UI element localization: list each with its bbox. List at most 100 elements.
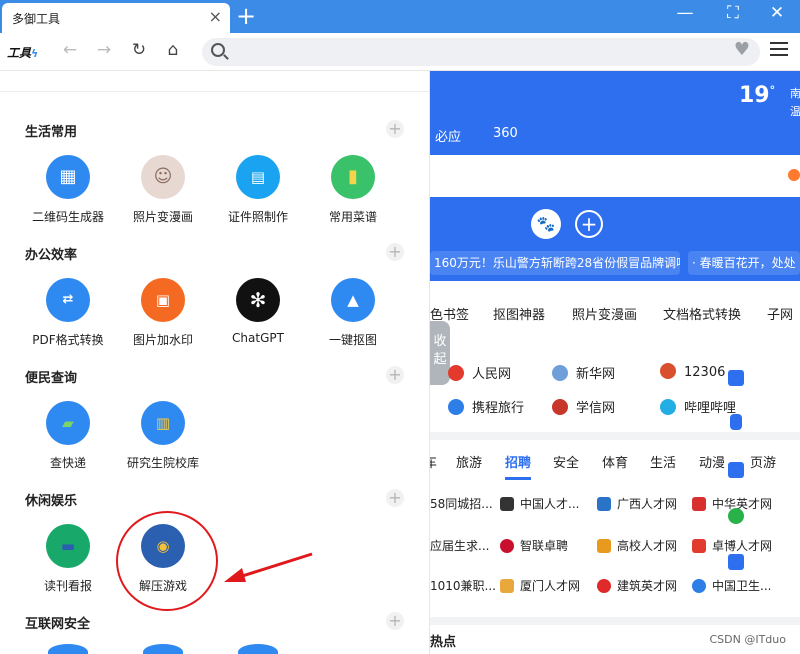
notification-dot-icon — [788, 169, 800, 181]
forward-button[interactable]: → — [93, 40, 115, 60]
category-tab[interactable]: 动漫 — [699, 452, 725, 471]
quick-link[interactable]: 抠图神器 — [493, 304, 545, 323]
job-site-link[interactable]: 1010兼职... — [430, 577, 496, 594]
tool-label: 查快递 — [49, 456, 86, 470]
tool-express-tracking[interactable]: ▰ 查快递 — [20, 401, 116, 471]
tool-label: 证件照制作 — [227, 210, 288, 224]
panel-divider — [0, 91, 429, 92]
collapse-tab[interactable]: 收起 — [430, 321, 450, 385]
tab-strip: 多御工具 × + — ⛶ ✕ — [0, 0, 800, 33]
tool-id-photo[interactable]: ▤ 证件照制作 — [210, 155, 306, 225]
job-site-link[interactable]: 58同城招... — [430, 495, 493, 512]
wechat-rail-icon[interactable] — [728, 508, 744, 524]
tool-label: 读刊看报 — [43, 579, 92, 593]
image-watermark-icon: ▣ — [141, 278, 185, 322]
job-site-link[interactable]: 厦门人才网 — [500, 577, 580, 594]
tool-recipes[interactable]: ▮ 常用菜谱 — [305, 155, 401, 225]
job-site-link[interactable]: 中国卫生... — [692, 577, 771, 594]
close-window-button[interactable]: ✕ — [762, 3, 792, 23]
hamburger-menu-icon[interactable] — [770, 42, 788, 60]
weather-text: 南温 — [790, 87, 800, 118]
news-ticker-1[interactable]: 160万元！乐山警方斩断跨28省份假冒品牌调味 — [430, 251, 680, 275]
tool-cutout[interactable]: ▲ 一键抠图 — [305, 278, 401, 348]
delivery-truck-icon: ▰ — [46, 401, 90, 445]
site-link[interactable]: 12306 — [660, 363, 725, 380]
tool-label: 一键抠图 — [328, 333, 377, 347]
job-site-link[interactable]: 广西人才网 — [597, 495, 677, 512]
mobile-rail-icon[interactable] — [730, 414, 742, 430]
quick-link[interactable]: 子网 — [767, 304, 793, 323]
category-tab[interactable]: 体育 — [602, 452, 628, 471]
tool-chatgpt[interactable]: ✻ ChatGPT — [210, 278, 306, 345]
watermark: CSDN @ITduo — [709, 633, 786, 646]
section-title: 办公效率 — [25, 248, 78, 263]
grid-rail-icon[interactable] — [728, 462, 744, 478]
tool-pdf-convert[interactable]: ⇄ PDF格式转换 — [20, 278, 116, 348]
job-site-link[interactable]: 智联卓聘 — [500, 537, 568, 554]
baidu-paw-icon[interactable]: 🐾 — [531, 209, 561, 239]
tool-label: ChatGPT — [232, 331, 284, 345]
favorite-heart-icon[interactable]: ♥ — [734, 39, 750, 60]
temperature: 19° — [739, 83, 776, 108]
tool-photo-to-comic[interactable]: ☺ 照片变漫画 — [115, 155, 211, 225]
category-tab[interactable]: 车 — [430, 452, 437, 471]
add-section-button[interactable]: + — [386, 243, 404, 261]
add-section-button[interactable]: + — [386, 120, 404, 138]
quick-link[interactable]: 照片变漫画 — [572, 304, 637, 323]
to-top-rail-icon[interactable] — [728, 554, 744, 570]
engine-360[interactable]: 360 — [493, 126, 518, 141]
job-site-link[interactable]: 应届生求... — [430, 537, 489, 554]
site-link[interactable]: 哔哩哔哩 — [660, 397, 736, 416]
tools-logo-text: 工具 — [7, 46, 32, 60]
address-bar[interactable]: ♥ — [202, 38, 760, 66]
site-link[interactable]: 学信网 — [552, 397, 615, 416]
tool-magazines[interactable]: ▬ 读刊看报 — [20, 524, 116, 594]
partial-tool-icon[interactable] — [143, 644, 183, 654]
new-tab-button[interactable]: + — [236, 2, 256, 30]
tool-label: 图片加水印 — [132, 333, 193, 347]
browser-tab[interactable]: 多御工具 × — [2, 3, 230, 33]
tool-graduate-schools[interactable]: ▥ 研究生院校库 — [115, 401, 211, 471]
partial-tool-icon[interactable] — [238, 644, 278, 654]
id-card-icon: ▤ — [236, 155, 280, 199]
tool-qr-generator[interactable]: ▦ 二维码生成器 — [20, 155, 116, 225]
job-site-link[interactable]: 高校人才网 — [597, 537, 677, 554]
category-tab[interactable]: 页游 — [750, 452, 776, 471]
tab-title: 多御工具 — [12, 12, 61, 26]
site-link[interactable]: 人民网 — [448, 363, 511, 382]
engine-bing[interactable]: 必应 — [435, 126, 461, 145]
chatgpt-icon: ✻ — [236, 278, 280, 322]
news-ticker-2[interactable]: · 春暖百花开，处处 — [688, 251, 800, 275]
job-site-link[interactable]: 卓博人才网 — [692, 537, 772, 554]
site-link[interactable]: 新华网 — [552, 363, 615, 382]
tool-image-watermark[interactable]: ▣ 图片加水印 — [115, 278, 211, 348]
campus-building-icon: ▥ — [141, 401, 185, 445]
home-rail-icon[interactable] — [728, 370, 744, 386]
job-site-link[interactable]: 建筑英才网 — [597, 577, 677, 594]
add-section-button[interactable]: + — [386, 366, 404, 384]
site-link[interactable]: 携程旅行 — [448, 397, 524, 416]
shortcut-band: 🐾 + 160万元！乐山警方斩断跨28省份假冒品牌调味 · 春暖百花开，处处 — [430, 197, 800, 281]
fullscreen-button[interactable]: ⛶ — [718, 3, 748, 23]
reload-button[interactable]: ↻ — [128, 40, 150, 60]
partial-tool-icon[interactable] — [48, 644, 88, 654]
tools-logo[interactable]: 工具ϟ — [7, 44, 38, 61]
category-tab[interactable]: 安全 — [553, 452, 579, 471]
tab-close-icon[interactable]: × — [209, 7, 222, 26]
minimize-button[interactable]: — — [670, 3, 700, 23]
quick-link[interactable]: 文档格式转换 — [663, 304, 741, 323]
category-tab[interactable]: 旅游 — [456, 452, 482, 471]
tool-label: 研究生院校库 — [126, 456, 199, 470]
back-button[interactable]: ← — [59, 40, 81, 60]
search-strip — [430, 155, 800, 197]
add-section-button[interactable]: + — [386, 489, 404, 507]
home-button[interactable]: ⌂ — [162, 40, 184, 60]
add-shortcut-button[interactable]: + — [575, 210, 603, 238]
job-site-link[interactable]: 中国人才... — [500, 495, 579, 512]
add-section-button[interactable]: + — [386, 612, 404, 630]
portrait-photo-icon: ☺ — [141, 155, 185, 199]
category-tab-active[interactable]: 招聘 — [505, 452, 531, 471]
search-icon — [211, 43, 225, 57]
section-title: 便民查询 — [25, 371, 78, 386]
category-tab[interactable]: 生活 — [650, 452, 676, 471]
